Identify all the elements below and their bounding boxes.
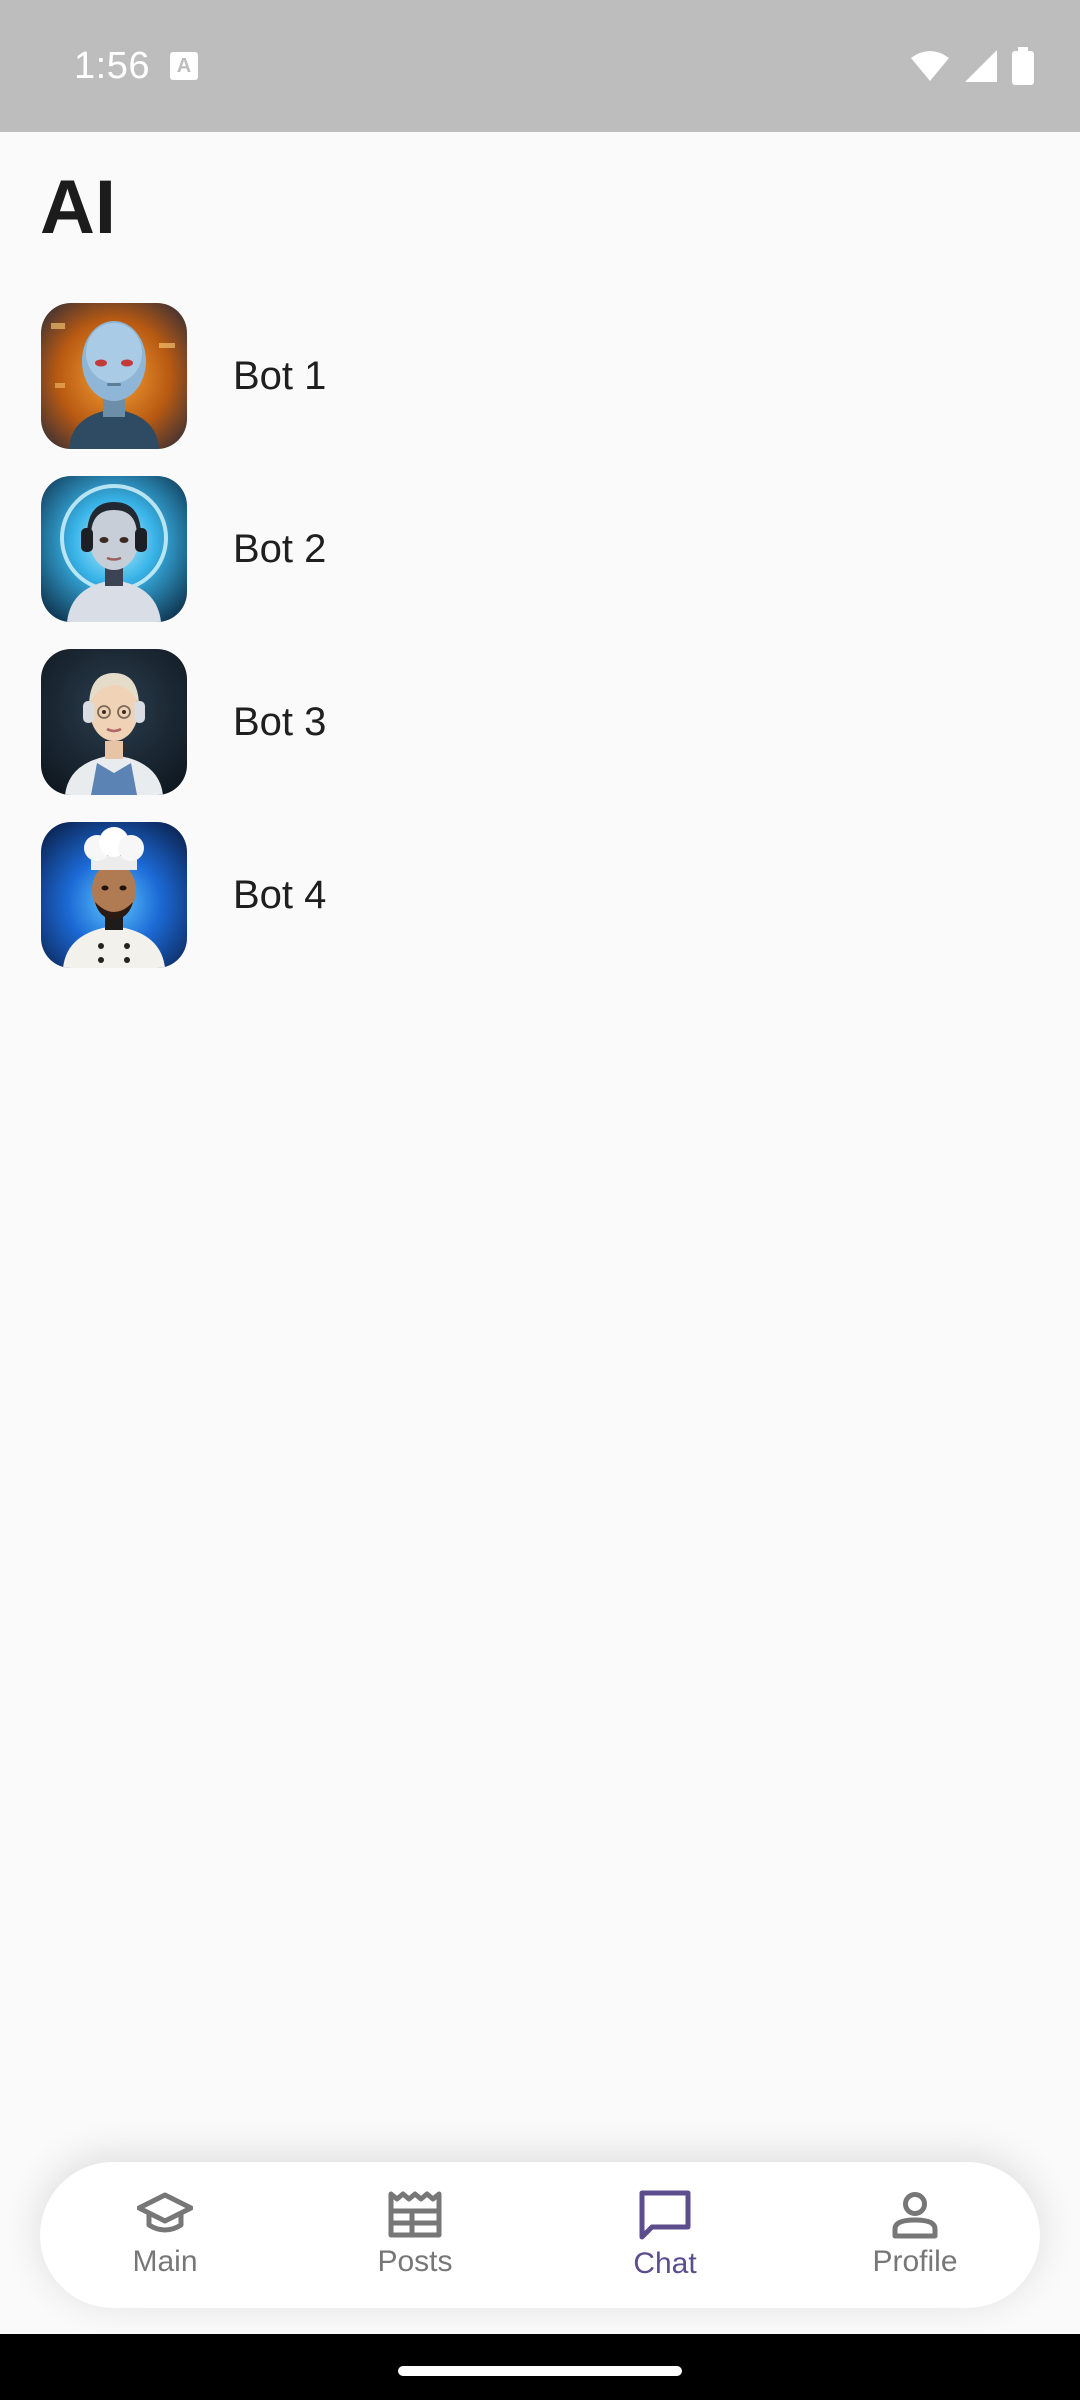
- status-bar: 1:56 A: [0, 0, 1080, 132]
- bot-list: Bot 1 Bot 2 Bot 3 Bot 4: [41, 303, 1041, 995]
- nav-item-main[interactable]: Main: [55, 2191, 275, 2279]
- person-icon: [892, 2192, 938, 2239]
- bot-avatar[interactable]: [41, 822, 187, 968]
- bottom-navigation: Main Posts Chat Profile: [40, 2162, 1040, 2308]
- headset-android-portrait-icon: [41, 476, 187, 622]
- bot-name: Bot 1: [233, 353, 327, 398]
- bot-avatar[interactable]: [41, 649, 187, 795]
- bot-list-item[interactable]: Bot 1: [41, 303, 1041, 449]
- wifi-icon: [911, 51, 949, 81]
- battery-icon: [1012, 47, 1034, 85]
- bot-list-item[interactable]: Bot 2: [41, 476, 1041, 622]
- nav-label: Main: [132, 2245, 198, 2278]
- chef-portrait-icon: [41, 822, 187, 968]
- bot-name: Bot 3: [233, 699, 327, 744]
- bot-list-item[interactable]: Bot 3: [41, 649, 1041, 795]
- system-gesture-area: [0, 2334, 1080, 2400]
- chat-bubble-icon: [639, 2190, 691, 2240]
- page-title: AI: [40, 165, 116, 250]
- robot-portrait-icon: [41, 303, 187, 449]
- gesture-handle[interactable]: [398, 2366, 682, 2376]
- status-left: 1:56 A: [74, 45, 198, 88]
- bot-avatar[interactable]: [41, 303, 187, 449]
- nav-label: Posts: [377, 2245, 453, 2278]
- nav-label: Profile: [872, 2245, 958, 2278]
- a-text-icon: A: [169, 52, 198, 80]
- bot-name: Bot 2: [233, 526, 327, 571]
- nav-item-profile[interactable]: Profile: [805, 2191, 1025, 2279]
- status-right: [910, 47, 1034, 85]
- bot-avatar[interactable]: [41, 476, 187, 622]
- newspaper-icon: [388, 2191, 442, 2238]
- nav-item-chat[interactable]: Chat: [555, 2189, 775, 2281]
- bot-name: Bot 4: [233, 872, 327, 917]
- graduation-cap-icon: [137, 2192, 193, 2233]
- nav-item-posts[interactable]: Posts: [305, 2191, 525, 2279]
- bot-list-item[interactable]: Bot 4: [41, 822, 1041, 968]
- headphones-woman-portrait-icon: [41, 649, 187, 795]
- cell-signal-icon: [965, 50, 997, 82]
- nav-label: Chat: [633, 2247, 697, 2280]
- status-time: 1:56: [74, 44, 150, 87]
